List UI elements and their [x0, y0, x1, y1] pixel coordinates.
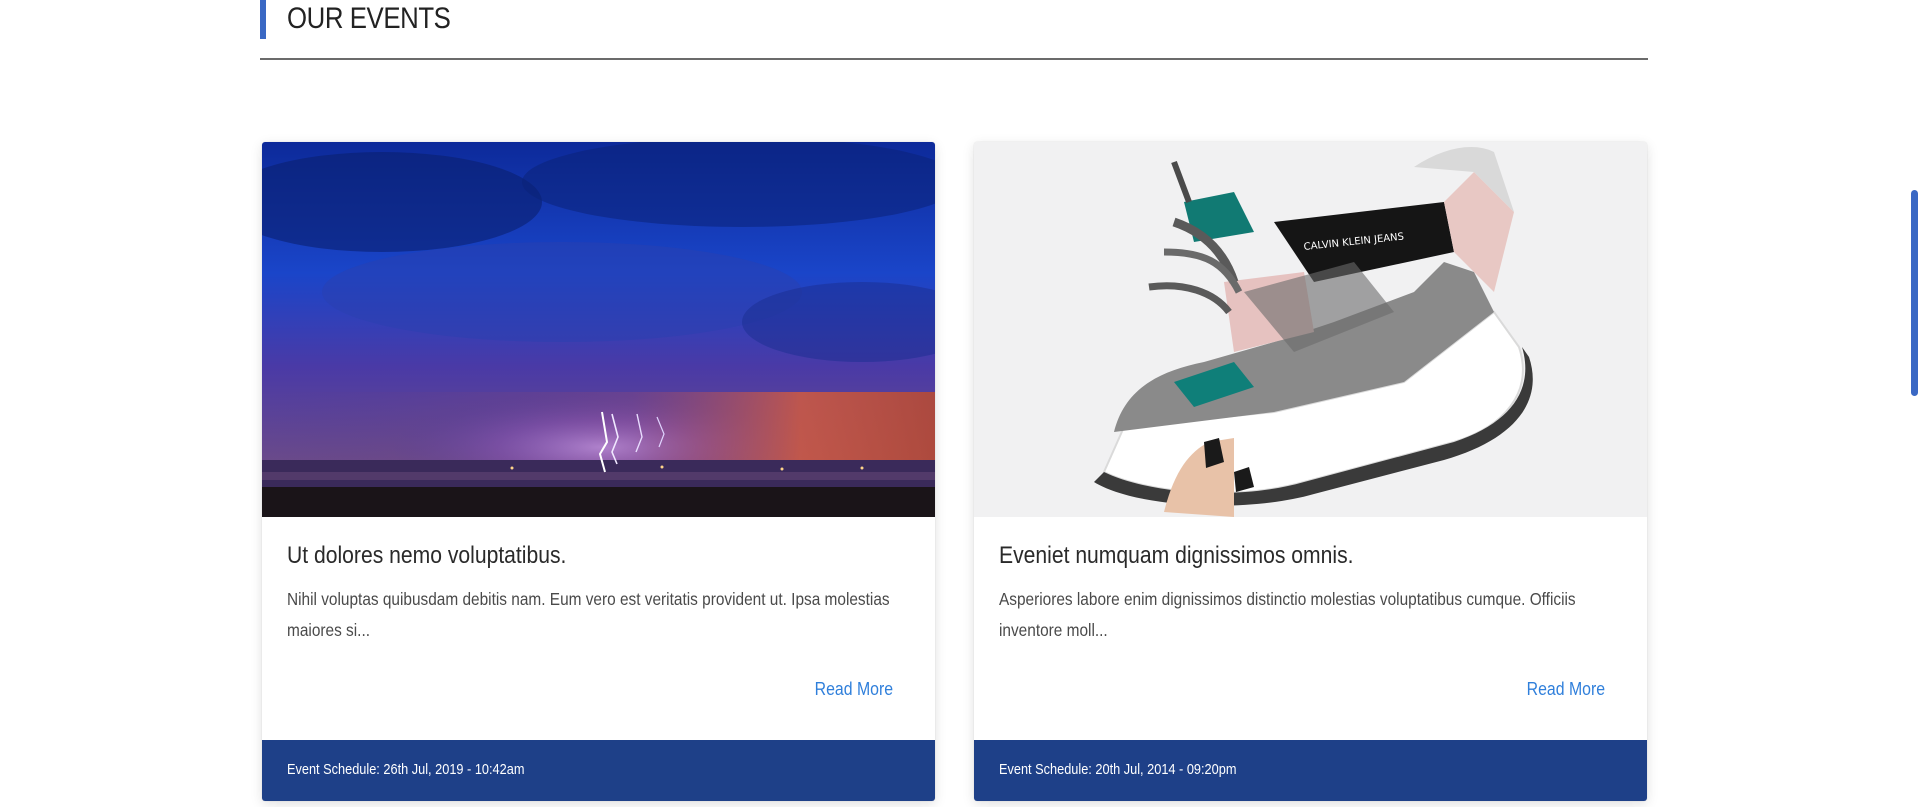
sneaker-image: CALVIN KLEIN JEANS: [974, 142, 1647, 517]
event-schedule-bar: Event Schedule: 20th Jul, 2014 - 09:20pm: [974, 740, 1647, 801]
event-image-storm[interactable]: [262, 142, 935, 517]
event-card-list: Ut dolores nemo voluptatibus. Nihil volu…: [262, 142, 1648, 802]
event-card-body: Eveniet numquam dignissimos omnis. Asper…: [999, 540, 1622, 646]
event-image-sneaker[interactable]: CALVIN KLEIN JEANS: [974, 142, 1647, 517]
event-schedule-bar: Event Schedule: 26th Jul, 2019 - 10:42am: [262, 740, 935, 801]
event-schedule: Event Schedule: 20th Jul, 2014 - 09:20pm: [999, 761, 1237, 778]
event-card[interactable]: Ut dolores nemo voluptatibus. Nihil volu…: [262, 142, 935, 801]
section-header: OUR EVENTS: [260, 0, 1648, 60]
section-title: OUR EVENTS: [287, 2, 451, 35]
event-card[interactable]: CALVIN KLEIN JEANS Eveniet numquam digni…: [974, 142, 1647, 801]
event-title[interactable]: Ut dolores nemo voluptatibus.: [287, 540, 835, 572]
event-excerpt: Nihil voluptas quibusdam debitis nam. Eu…: [287, 589, 890, 640]
read-more-link[interactable]: Read More: [1527, 679, 1605, 700]
event-title[interactable]: Eveniet numquam dignissimos omnis.: [999, 540, 1547, 572]
events-section: OUR EVENTS Ut dolores nemo voluptatibus.…: [260, 0, 1648, 801]
read-more-link[interactable]: Read More: [815, 679, 893, 700]
page-scrollbar[interactable]: [1908, 0, 1920, 807]
event-schedule: Event Schedule: 26th Jul, 2019 - 10:42am: [287, 761, 525, 778]
event-excerpt: Asperiores labore enim dignissimos disti…: [999, 589, 1576, 640]
scrollbar-thumb[interactable]: [1911, 190, 1918, 396]
section-accent-bar: [260, 0, 266, 39]
event-card-body: Ut dolores nemo voluptatibus. Nihil volu…: [287, 540, 910, 646]
storm-image: [262, 142, 935, 517]
